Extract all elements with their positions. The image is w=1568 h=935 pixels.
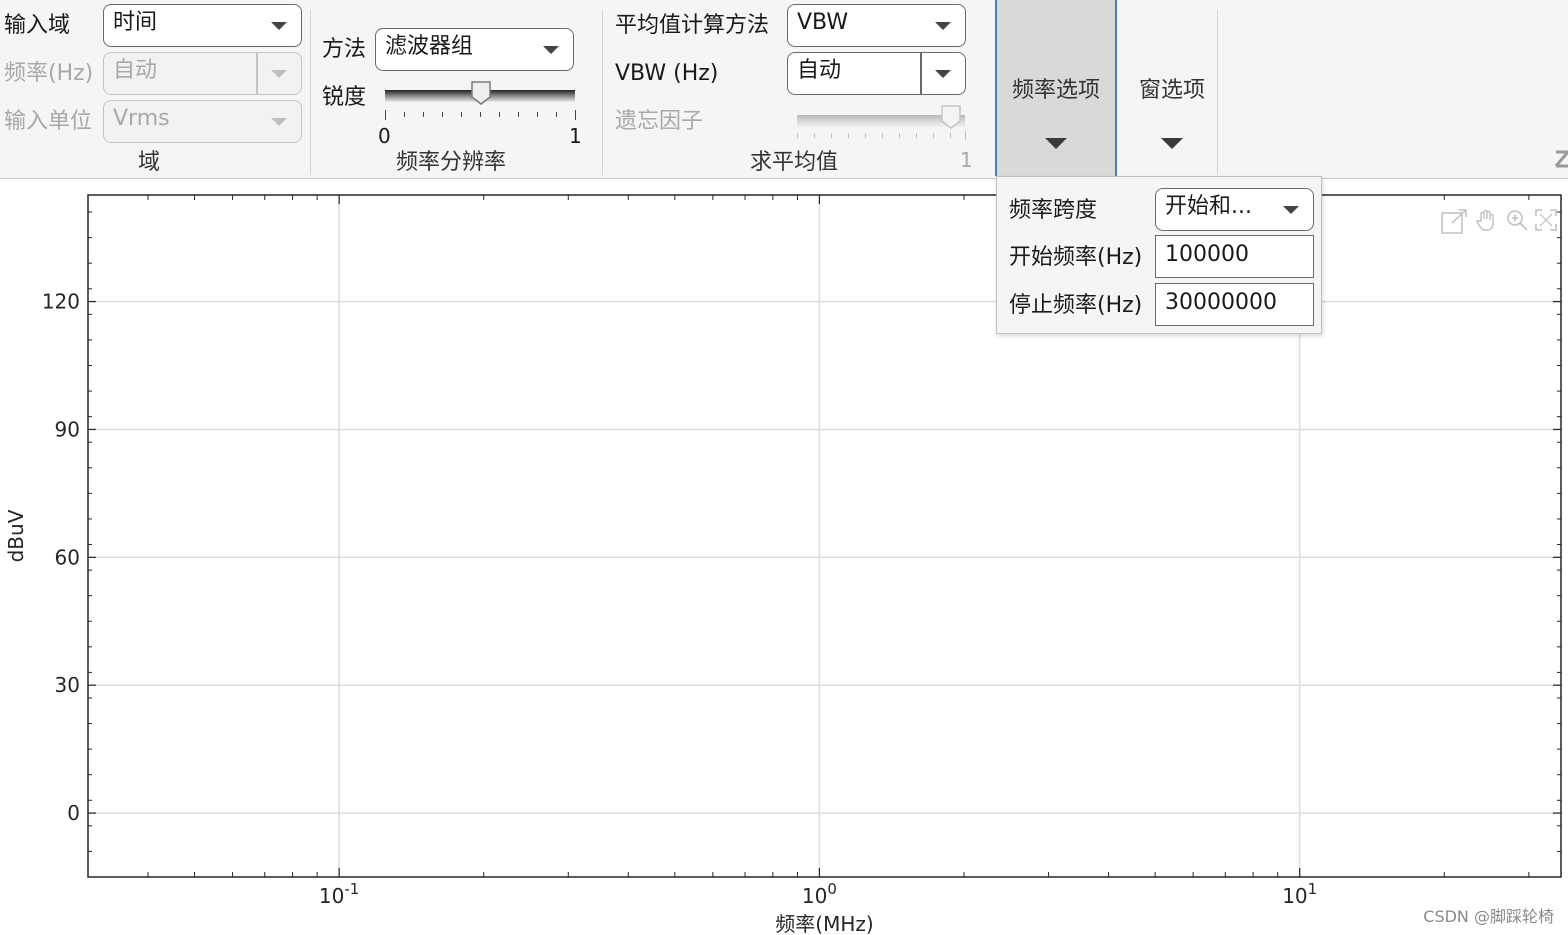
sharpness-min-label: 0 bbox=[378, 124, 391, 148]
x-axis-label: 频率(MHz) bbox=[775, 912, 873, 935]
frequency-label: 频率(Hz) bbox=[4, 61, 94, 86]
spectrum-plot[interactable]: 0 30 60 90 120 10-1 100 101 频率(MHz) dBuV bbox=[0, 178, 1568, 935]
chevron-down-icon bbox=[271, 70, 287, 78]
vbw-value: 自动 bbox=[797, 58, 842, 83]
frequency-value: 自动 bbox=[113, 58, 158, 83]
frequency-span-dropdown[interactable]: 开始和... bbox=[1155, 188, 1314, 231]
forgetting-factor-max-label: 1 bbox=[960, 148, 973, 172]
input-unit-value: Vrms bbox=[113, 106, 170, 131]
combobox-divider bbox=[920, 53, 922, 94]
y-axis-label: dBuV bbox=[4, 509, 28, 562]
frequency-combobox[interactable]: 自动 bbox=[103, 52, 302, 95]
window-options-label: 窗选项 bbox=[1138, 78, 1205, 103]
averaging-group-title: 求平均值 bbox=[750, 150, 839, 175]
input-domain-label: 输入域 bbox=[4, 13, 71, 38]
forgetting-factor-slider-thumb[interactable] bbox=[940, 104, 962, 130]
sharpness-label: 锐度 bbox=[322, 85, 367, 110]
chevron-down-icon bbox=[935, 70, 951, 78]
frequency-span-value: 开始和... bbox=[1165, 194, 1252, 219]
chevron-down-icon bbox=[1161, 138, 1183, 149]
avg-method-value: VBW bbox=[797, 10, 849, 35]
x-tick-label: 101 bbox=[1282, 880, 1317, 908]
frequency-options-label: 频率选项 bbox=[1011, 78, 1100, 103]
y-tick-label: 0 bbox=[67, 801, 80, 825]
chevron-down-icon bbox=[271, 22, 287, 30]
frequency-options-popup: 频率跨度 开始和... 开始频率(Hz) 100000 停止频率(Hz) 300… bbox=[996, 176, 1322, 334]
pan-hand-icon[interactable] bbox=[1474, 207, 1500, 233]
export-icon[interactable] bbox=[1440, 207, 1470, 237]
y-tick-label: 120 bbox=[42, 290, 80, 314]
x-tick-label: 100 bbox=[802, 880, 837, 908]
restore-view-icon[interactable] bbox=[1533, 207, 1559, 233]
sharpness-slider-thumb[interactable] bbox=[470, 80, 492, 106]
group-separator bbox=[602, 10, 603, 175]
group-separator bbox=[310, 10, 311, 175]
y-tick-label: 90 bbox=[55, 417, 80, 441]
chevron-down-icon bbox=[271, 118, 287, 126]
watermark: CSDN @脚踩轮椅 bbox=[1423, 907, 1554, 926]
chevron-down-icon bbox=[935, 22, 951, 30]
axes-box bbox=[87, 194, 1562, 878]
y-tick-label: 60 bbox=[55, 545, 80, 569]
start-frequency-label: 开始频率(Hz) bbox=[1009, 245, 1143, 270]
method-label: 方法 bbox=[322, 37, 367, 62]
grid-lines bbox=[88, 195, 1561, 877]
frequency-options-button[interactable]: 频率选项 bbox=[995, 0, 1117, 176]
window-options-button[interactable]: 窗选项 bbox=[1122, 0, 1222, 176]
stop-frequency-input[interactable]: 30000000 bbox=[1155, 283, 1314, 326]
stop-frequency-label: 停止频率(Hz) bbox=[1009, 293, 1143, 318]
y-tick-label: 30 bbox=[55, 673, 80, 697]
method-dropdown[interactable]: 滤波器组 bbox=[375, 28, 574, 71]
zoom-in-icon[interactable] bbox=[1504, 207, 1530, 233]
vbw-label: VBW (Hz) bbox=[615, 61, 719, 86]
chevron-down-icon bbox=[1045, 138, 1067, 149]
expand-toolstrip-icon[interactable] bbox=[1552, 150, 1568, 170]
forgetting-factor-label: 遗忘因子 bbox=[615, 109, 704, 134]
x-tick-label: 10-1 bbox=[319, 880, 359, 908]
start-frequency-input[interactable]: 100000 bbox=[1155, 235, 1314, 278]
input-unit-dropdown[interactable]: Vrms bbox=[103, 100, 302, 143]
sharpness-max-label: 1 bbox=[569, 124, 582, 148]
input-unit-label: 输入单位 bbox=[4, 109, 93, 134]
toolstrip: 输入域 时间 频率(Hz) 自动 输入单位 Vrms 域 方法 滤波器组 锐度 bbox=[0, 0, 1568, 179]
domain-group-title: 域 bbox=[138, 150, 161, 175]
input-domain-dropdown[interactable]: 时间 bbox=[103, 4, 302, 47]
chevron-down-icon bbox=[543, 46, 559, 54]
avg-method-dropdown[interactable]: VBW bbox=[787, 4, 966, 47]
chevron-down-icon bbox=[1283, 206, 1299, 214]
resolution-group-title: 频率分辨率 bbox=[396, 150, 507, 175]
avg-method-label: 平均值计算方法 bbox=[615, 13, 770, 38]
vbw-combobox[interactable]: 自动 bbox=[787, 52, 966, 95]
frequency-span-label: 频率跨度 bbox=[1009, 198, 1098, 223]
minor-ticks bbox=[87, 195, 1561, 878]
combobox-divider bbox=[256, 53, 258, 94]
input-domain-value: 时间 bbox=[113, 10, 158, 35]
method-value: 滤波器组 bbox=[385, 34, 474, 59]
group-separator bbox=[1217, 10, 1218, 175]
